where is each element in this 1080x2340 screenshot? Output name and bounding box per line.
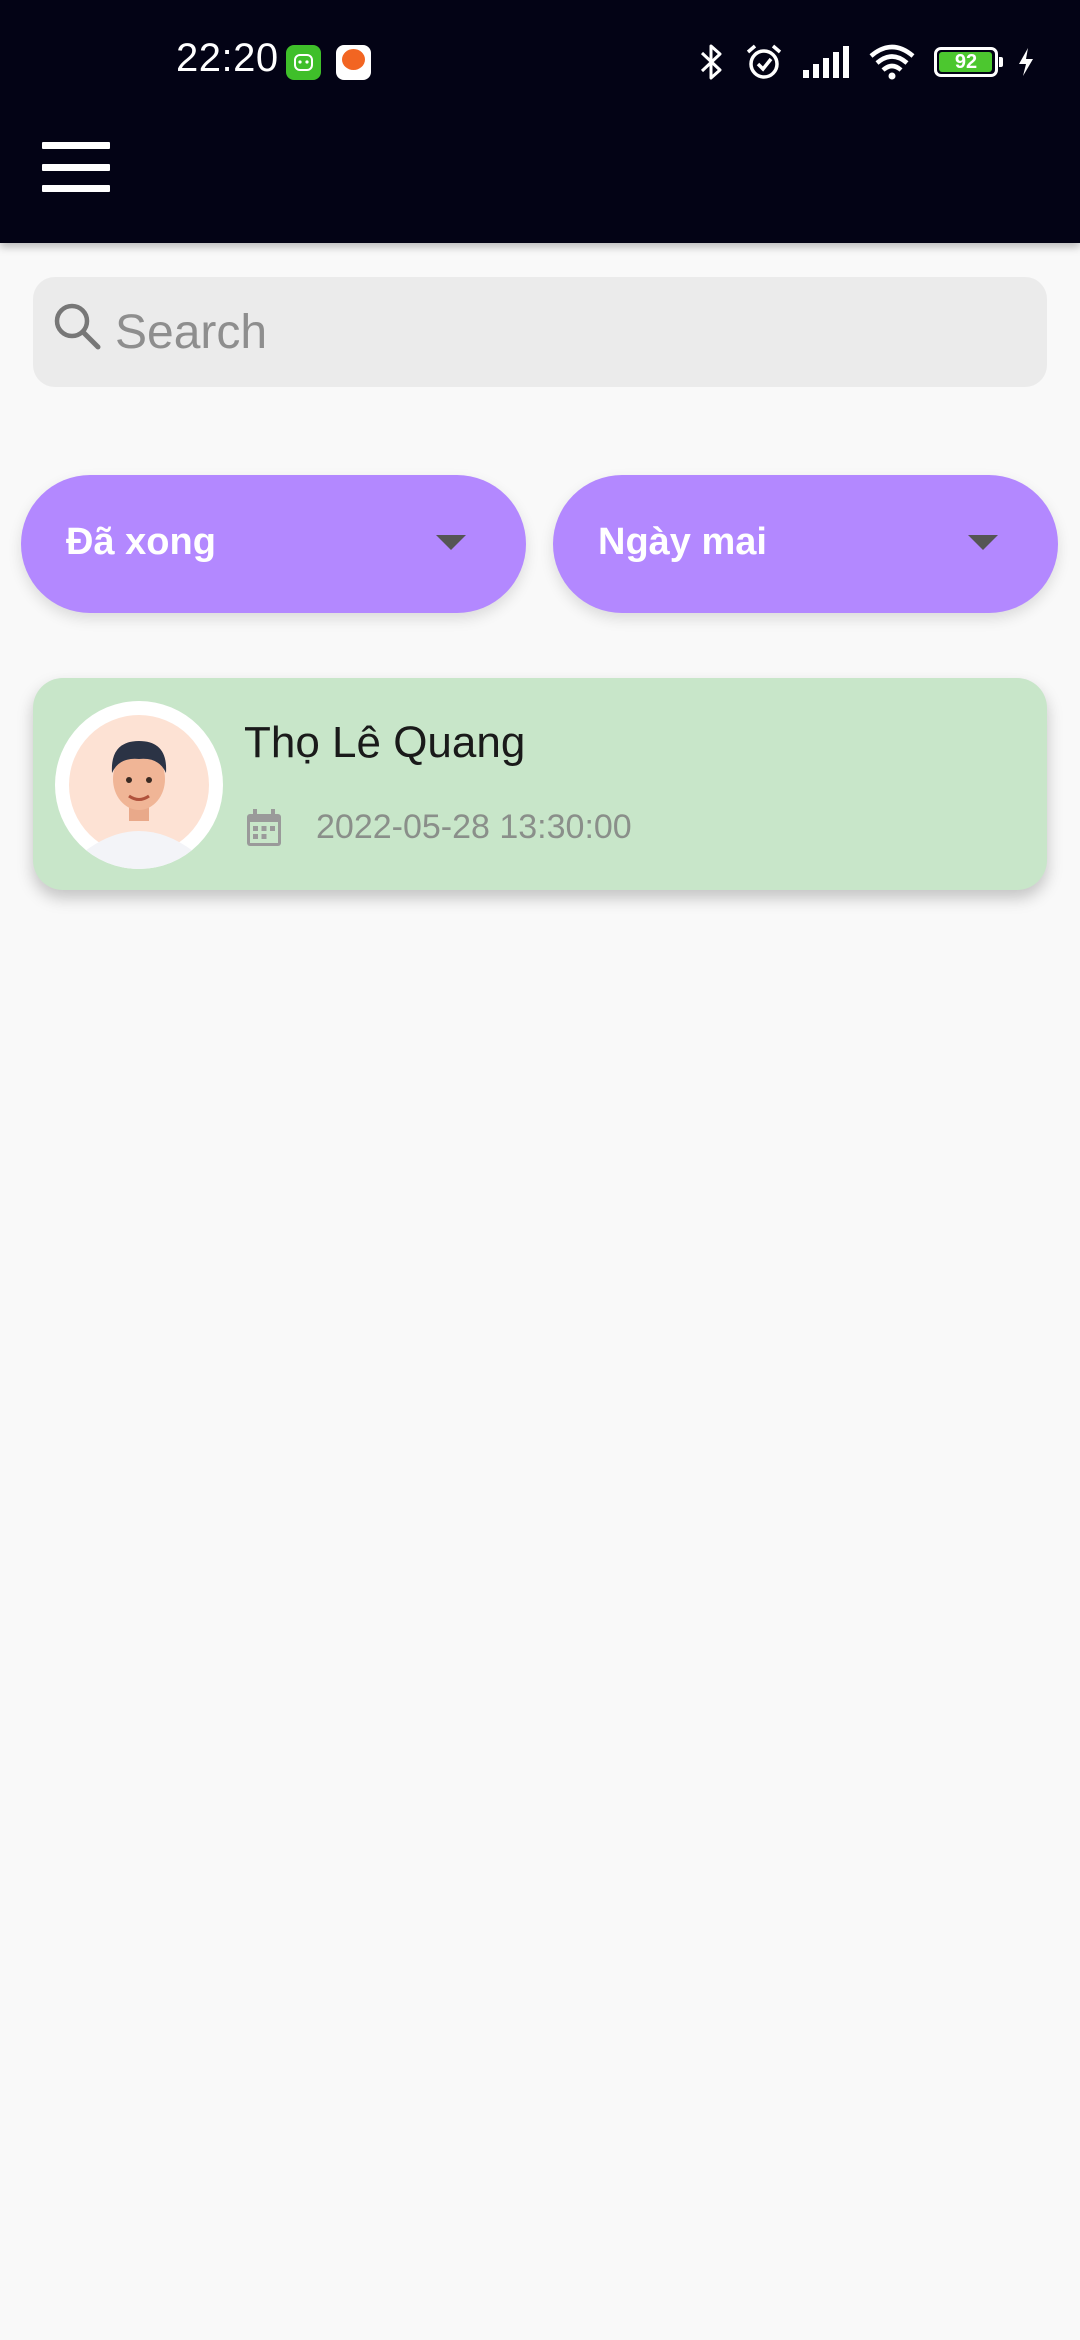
alarm-icon	[746, 44, 782, 79]
date-filter-label: Ngày mai	[598, 521, 767, 563]
menu-line	[42, 163, 110, 171]
appointment-datetime: 2022-05-28 13:30:00	[316, 808, 632, 846]
app-notification-green-icon	[286, 45, 321, 80]
dropdown-arrow-icon	[436, 535, 466, 550]
status-filter-dropdown[interactable]: Đã xong	[21, 475, 526, 613]
calendar-icon	[247, 809, 281, 846]
appointment-patient-name: Thọ Lê Quang	[244, 718, 526, 767]
status-icons: 92	[696, 40, 1036, 84]
signal-icon	[803, 46, 849, 78]
appointment-card[interactable]: Thọ Lê Quang 2022-05-28 13:30:00	[33, 678, 1047, 890]
hamburger-menu-icon[interactable]	[42, 142, 110, 192]
menu-line	[42, 185, 110, 192]
charging-icon	[1019, 48, 1033, 76]
dropdown-arrow-icon	[968, 535, 998, 550]
battery-percentage: 92	[954, 50, 978, 73]
app-header: 22:20 92	[0, 0, 1080, 243]
status-time: 22:20	[176, 36, 279, 80]
user-avatar	[55, 701, 223, 869]
bluetooth-icon	[700, 44, 722, 80]
search-icon	[54, 303, 101, 350]
menu-line	[42, 142, 110, 149]
wifi-icon	[869, 44, 915, 80]
search-bar[interactable]	[33, 277, 1047, 387]
search-input[interactable]	[115, 295, 1015, 369]
app-notification-orange-icon	[336, 45, 371, 80]
date-filter-dropdown[interactable]: Ngày mai	[553, 475, 1058, 613]
battery-icon: 92	[934, 47, 1003, 77]
status-filter-label: Đã xong	[66, 521, 216, 563]
